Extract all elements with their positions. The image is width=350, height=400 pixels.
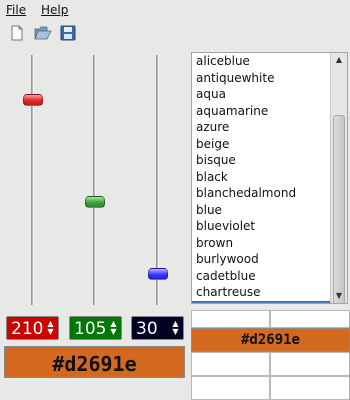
toolbar	[0, 20, 350, 46]
list-item[interactable]: blueviolet	[192, 218, 330, 235]
list-item[interactable]: beige	[192, 136, 330, 153]
preview-cell-footer-left	[191, 376, 270, 400]
color-name-list[interactable]: aliceblue antiquewhite aqua aquamarine azure…	[191, 52, 348, 304]
save-icon	[60, 25, 76, 41]
hex-color-value: #d2691e	[52, 352, 137, 376]
color-preview-strip: #d2691e	[191, 328, 350, 352]
menu-bar: File Help	[0, 0, 350, 20]
open-folder-icon	[34, 26, 52, 40]
blue-spinbox[interactable]: 30 ▲ ▼	[131, 316, 184, 340]
new-file-icon	[11, 25, 23, 41]
preview-cell-bottom-left	[191, 352, 270, 376]
blue-slider-handle[interactable]	[148, 268, 168, 280]
list-item[interactable]: chartreuse	[192, 284, 330, 301]
list-item[interactable]: bisque	[192, 152, 330, 169]
list-item[interactable]: burlywood	[192, 251, 330, 268]
red-spinbox[interactable]: 210 ▲ ▼	[6, 316, 59, 340]
list-item[interactable]: blue	[192, 202, 330, 219]
save-button[interactable]	[58, 22, 78, 44]
list-item[interactable]: antiquewhite	[192, 70, 330, 87]
list-item[interactable]: black	[192, 169, 330, 186]
new-file-button[interactable]	[8, 22, 28, 44]
menu-file-label: File	[6, 3, 27, 17]
preview-cell-bottom-right	[270, 352, 350, 376]
spin-arrows-icon[interactable]: ▲ ▼	[171, 320, 180, 336]
list-item[interactable]: aquamarine	[192, 103, 330, 120]
list-item[interactable]: blanchedalmond	[192, 185, 330, 202]
red-slider-handle[interactable]	[23, 94, 43, 106]
list-scrollbar[interactable]: ▲ ▼	[330, 53, 347, 303]
green-spinbox-value: 105	[74, 319, 107, 339]
menu-help[interactable]: Help	[41, 3, 68, 17]
scroll-up-icon[interactable]: ▲	[331, 53, 347, 67]
list-item-selected[interactable]: chocolate	[192, 300, 330, 303]
scroll-down-icon[interactable]: ▼	[331, 289, 347, 303]
open-button[interactable]	[32, 22, 52, 44]
list-item[interactable]: azure	[192, 119, 330, 136]
list-item[interactable]: aliceblue	[192, 53, 330, 70]
spin-arrows-icon[interactable]: ▲ ▼	[109, 320, 118, 336]
preview-cell-top-left	[191, 310, 270, 328]
red-slider-track[interactable]	[31, 55, 34, 305]
spin-arrows-icon[interactable]: ▲ ▼	[46, 320, 55, 336]
green-spinbox[interactable]: 105 ▲ ▼	[69, 316, 122, 340]
preview-cell-footer-right	[270, 376, 350, 400]
preview-hex-label: #d2691e	[240, 332, 300, 348]
list-item[interactable]: brown	[192, 235, 330, 252]
menu-help-label: Help	[41, 3, 69, 17]
menu-file[interactable]: File	[6, 3, 26, 17]
red-spinbox-value: 210	[11, 319, 44, 339]
list-item[interactable]: cadetblue	[192, 268, 330, 285]
preview-cell-top-right	[270, 310, 350, 328]
hex-color-display: #d2691e	[4, 346, 185, 378]
color-list-items: aliceblue antiquewhite aqua aquamarine azure…	[192, 53, 330, 303]
list-item[interactable]: aqua	[192, 86, 330, 103]
blue-spinbox-value: 30	[136, 319, 158, 339]
scrollbar-thumb[interactable]	[333, 115, 345, 303]
green-slider-track[interactable]	[93, 55, 96, 305]
green-slider-handle[interactable]	[85, 196, 105, 208]
